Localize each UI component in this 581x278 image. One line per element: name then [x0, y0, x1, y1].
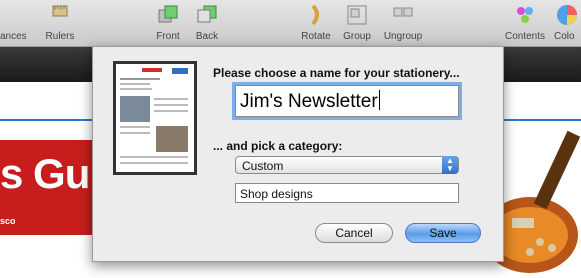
category-prompt-label: ... and pick a category:: [213, 139, 343, 153]
rotate-icon: [311, 4, 319, 26]
toolbar-item-ungroup[interactable]: Ungroup: [378, 0, 428, 46]
toolbar-item-label: Colo: [554, 31, 575, 42]
stationery-thumbnail: [113, 61, 197, 175]
toolbar-item-colors[interactable]: Colo: [554, 0, 581, 46]
toolbar-item-front[interactable]: Front: [150, 0, 186, 46]
updown-arrows-icon: ▲ ▼: [442, 156, 458, 174]
toolbar-item-label: ances: [0, 31, 27, 42]
toolbar-item-label: Rotate: [301, 31, 331, 42]
ungroup-icon: [393, 7, 413, 17]
contents-icon: [517, 7, 533, 23]
toolbar-item-label: Rulers: [45, 31, 75, 42]
toolbar-item-label: Contents: [504, 31, 546, 42]
toolbar-item-label: Back: [195, 31, 219, 42]
category-select[interactable]: Custom ▲ ▼: [235, 156, 459, 174]
toolbar-item-rulers[interactable]: Rulers: [38, 0, 82, 46]
front-icon: [158, 5, 178, 23]
toolbar-item-label: Ungroup: [383, 31, 423, 42]
toolbar-item-label: Group: [343, 31, 371, 42]
stationery-name-value: Jim's Newsletter: [240, 91, 378, 112]
brand-subtitle: sco: [0, 216, 16, 226]
text-caret: [378, 90, 380, 110]
toolbar-item-group[interactable]: Group: [340, 0, 374, 46]
toolbar-item-inspector[interactable]: ances: [0, 0, 36, 46]
color-wheel-icon: [557, 5, 577, 25]
toolbar-item-label: Front: [156, 31, 180, 42]
cancel-button[interactable]: Cancel: [315, 223, 393, 243]
name-prompt-label: Please choose a name for your stationery…: [213, 66, 460, 80]
toolbar-item-rotate[interactable]: Rotate: [296, 0, 336, 46]
thumbnail-preview-image: [116, 64, 194, 172]
toolbar: ances Rulers Front Back Rotate Group Ung…: [0, 0, 581, 47]
stationery-name-field[interactable]: Jim's Newsletter: [235, 85, 459, 117]
group-icon: [347, 5, 367, 25]
save-button[interactable]: Save: [405, 223, 481, 243]
toolbar-item-contents[interactable]: Contents: [500, 0, 550, 46]
save-stationery-dialog: Please choose a name for your stationery…: [92, 46, 504, 262]
subcategory-field[interactable]: Shop designs: [235, 183, 459, 203]
category-selected-value: Custom: [242, 159, 284, 173]
ruler-icon: [52, 5, 68, 17]
back-icon: [197, 5, 217, 23]
toolbar-item-back[interactable]: Back: [190, 0, 224, 46]
